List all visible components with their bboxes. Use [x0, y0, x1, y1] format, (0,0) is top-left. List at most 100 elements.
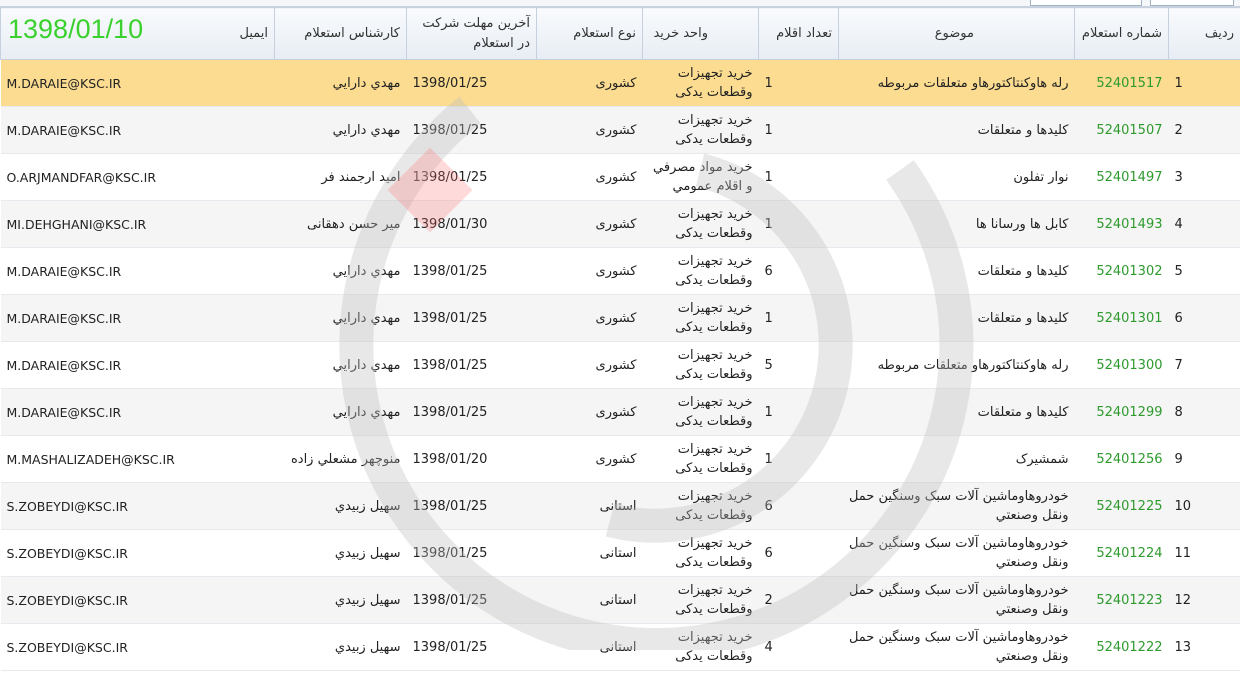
cell-expert: سهیل زبیدي: [274, 529, 407, 577]
cell-purchase-unit: خرید تجهیزات وقطعات یدکی: [642, 341, 759, 389]
table-row[interactable]: 11 52401224 خودروهاوماشین آلات سبک وسنگین …: [0, 529, 1240, 577]
col-header-row[interactable]: ردیف: [1168, 7, 1240, 60]
cell-item-count: 1: [758, 106, 839, 154]
table-row[interactable]: 9 52401256 شمشیرک 1 خرید تجهیزات وقطعات یدکی…: [0, 435, 1240, 483]
cell-inquiry-number: 52401493: [1074, 200, 1169, 248]
cell-subject: شمشیرک: [838, 435, 1075, 483]
cell-item-count: 2: [758, 576, 839, 624]
cell-expert: مهدي دارايي: [274, 341, 407, 389]
cell-subject: کلیدها و متعلقات: [838, 247, 1075, 295]
table-row[interactable]: 12 52401223 خودروهاوماشین آلات سبک وسنگین …: [0, 576, 1240, 624]
cell-expert: مهدي دارايي: [274, 106, 407, 154]
cell-row: 11: [1168, 529, 1240, 577]
cell-row: 4: [1168, 200, 1240, 248]
table-row[interactable]: 13 52401222 خودروهاوماشین آلات سبک وسنگین …: [0, 623, 1240, 671]
cell-inquiry-number: 52401225: [1074, 482, 1169, 530]
cell-inquiry-type: کشوری: [536, 388, 643, 436]
cell-deadline: 1398/01/25: [406, 294, 537, 342]
cell-email: M.DARAIE@KSC.IR: [0, 341, 275, 389]
cell-item-count: 1: [758, 388, 839, 436]
cell-inquiry-type: کشوری: [536, 294, 643, 342]
cell-inquiry-type: کشوری: [536, 341, 643, 389]
cell-purchase-unit: خرید تجهیزات وقطعات یدکی: [642, 529, 759, 577]
cell-inquiry-type: کشوری: [536, 106, 643, 154]
table-row[interactable]: 3 52401497 نوار تفلون 1 خرید مواد مصرفي و اق…: [0, 153, 1240, 201]
cell-expert: منوچهر مشعلي زاده: [274, 435, 407, 483]
cell-inquiry-type: کشوری: [536, 247, 643, 295]
cell-inquiry-type: استانی: [536, 576, 643, 624]
cell-purchase-unit: خرید تجهیزات وقطعات یدکی: [642, 106, 759, 154]
inquiries-table: ردیف شماره استعلام موضوع تعداد اقلام واح…: [0, 7, 1240, 671]
cell-item-count: 1: [758, 153, 839, 201]
col-header-unit[interactable]: واحد خرید: [642, 7, 759, 60]
cell-subject: رله هاوکنتاکتورهاو متعلقات مربوطه: [838, 59, 1075, 107]
table-row[interactable]: 7 52401300 رله هاوکنتاکتورهاو متعلقات مربو…: [0, 341, 1240, 389]
table-header: ردیف شماره استعلام موضوع تعداد اقلام واح…: [0, 7, 1240, 60]
cell-inquiry-number: 52401517: [1074, 59, 1169, 107]
top-filter-strip: [0, 0, 1240, 7]
cell-expert: مهدي دارايي: [274, 294, 407, 342]
table-row[interactable]: 1 52401517 رله هاوکنتاکتورهاو متعلقات مربو…: [0, 59, 1240, 107]
cell-expert: امید ارجمند فر: [274, 153, 407, 201]
cell-deadline: 1398/01/25: [406, 59, 537, 107]
cell-email: M.DARAIE@KSC.IR: [0, 106, 275, 154]
cell-deadline: 1398/01/25: [406, 341, 537, 389]
cell-item-count: 5: [758, 341, 839, 389]
cell-purchase-unit: خرید تجهیزات وقطعات یدکی: [642, 435, 759, 483]
cell-subject: کلیدها و متعلقات: [838, 106, 1075, 154]
cell-deadline: 1398/01/25: [406, 106, 537, 154]
col-header-type[interactable]: نوع استعلام: [536, 7, 643, 60]
filter-field[interactable]: [1030, 0, 1142, 6]
cell-purchase-unit: خرید مواد مصرفي و اقلام عمومي: [642, 153, 759, 201]
cell-row: 7: [1168, 341, 1240, 389]
table-row[interactable]: 10 52401225 خودروهاوماشین آلات سبک وسنگین …: [0, 482, 1240, 530]
cell-deadline: 1398/01/25: [406, 529, 537, 577]
cell-purchase-unit: خرید تجهیزات وقطعات یدکی: [642, 59, 759, 107]
table-row[interactable]: 8 52401299 کلیدها و متعلقات 1 خرید تجهیزات و…: [0, 388, 1240, 436]
cell-row: 8: [1168, 388, 1240, 436]
cell-expert: مهدي دارايي: [274, 388, 407, 436]
cell-item-count: 6: [758, 529, 839, 577]
filter-field[interactable]: [1150, 0, 1234, 6]
cell-row: 9: [1168, 435, 1240, 483]
cell-inquiry-number: 52401299: [1074, 388, 1169, 436]
col-header-count[interactable]: تعداد اقلام: [758, 7, 839, 60]
cell-email: S.ZOBEYDI@KSC.IR: [0, 576, 275, 624]
cell-deadline: 1398/01/25: [406, 247, 537, 295]
col-header-deadline[interactable]: آخرین مهلت شرکت در استعلام: [406, 7, 537, 60]
cell-purchase-unit: خرید تجهیزات وقطعات یدکی: [642, 200, 759, 248]
cell-row: 6: [1168, 294, 1240, 342]
cell-row: 3: [1168, 153, 1240, 201]
cell-subject: خودروهاوماشین آلات سبک وسنگین حمل ونقل و…: [838, 529, 1075, 577]
cell-purchase-unit: خرید تجهیزات وقطعات یدکی: [642, 482, 759, 530]
cell-deadline: 1398/01/30: [406, 200, 537, 248]
cell-email: S.ZOBEYDI@KSC.IR: [0, 482, 275, 530]
cell-email: S.ZOBEYDI@KSC.IR: [0, 529, 275, 577]
cell-expert: میر حسن دهقانی: [274, 200, 407, 248]
date-stamp: 1398/01/10: [8, 14, 144, 44]
col-header-subject[interactable]: موضوع: [838, 7, 1075, 60]
table-row[interactable]: 2 52401507 کلیدها و متعلقات 1 خرید تجهیزات و…: [0, 106, 1240, 154]
cell-email: M.DARAIE@KSC.IR: [0, 59, 275, 107]
cell-email: O.ARJMANDFAR@KSC.IR: [0, 153, 275, 201]
cell-purchase-unit: خرید تجهیزات وقطعات یدکی: [642, 294, 759, 342]
cell-expert: مهدي دارايي: [274, 247, 407, 295]
cell-inquiry-type: استانی: [536, 482, 643, 530]
col-header-expert[interactable]: کارشناس استعلام: [274, 7, 407, 60]
cell-deadline: 1398/01/25: [406, 482, 537, 530]
cell-email: M.DARAIE@KSC.IR: [0, 388, 275, 436]
table-row[interactable]: 5 52401302 کلیدها و متعلقات 6 خرید تجهیزات و…: [0, 247, 1240, 295]
col-header-number[interactable]: شماره استعلام: [1074, 7, 1169, 60]
cell-inquiry-number: 52401497: [1074, 153, 1169, 201]
cell-subject: کلیدها و متعلقات: [838, 294, 1075, 342]
table-row[interactable]: 6 52401301 کلیدها و متعلقات 1 خرید تجهیزات و…: [0, 294, 1240, 342]
cell-deadline: 1398/01/25: [406, 388, 537, 436]
cell-deadline: 1398/01/20: [406, 435, 537, 483]
cell-inquiry-type: استانی: [536, 529, 643, 577]
cell-subject: نوار تفلون: [838, 153, 1075, 201]
cell-inquiry-type: کشوری: [536, 435, 643, 483]
cell-row: 12: [1168, 576, 1240, 624]
table-row[interactable]: 4 52401493 کابل ها ورسانا ها 1 خرید تجهیزات …: [0, 200, 1240, 248]
cell-subject: کابل ها ورسانا ها: [838, 200, 1075, 248]
cell-inquiry-number: 52401222: [1074, 623, 1169, 671]
